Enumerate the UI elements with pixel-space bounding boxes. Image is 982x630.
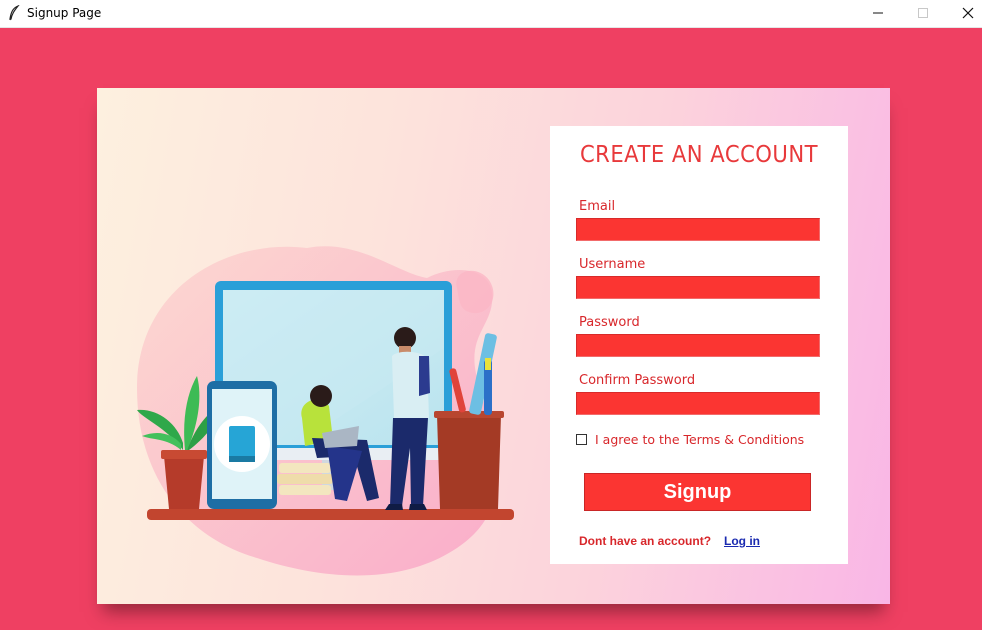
minimize-icon	[873, 12, 883, 14]
terms-checkbox[interactable]	[576, 434, 587, 445]
password-field[interactable]	[576, 334, 820, 357]
maximize-icon	[918, 8, 928, 18]
title-bar: Signup Page	[0, 0, 982, 28]
login-link[interactable]: Log in	[724, 534, 760, 548]
close-icon	[962, 7, 974, 19]
window-title: Signup Page	[27, 6, 102, 20]
username-label: Username	[579, 257, 646, 272]
signup-form: CREATE AN ACCOUNT Email Username Passwor…	[550, 126, 848, 564]
username-field[interactable]	[576, 276, 820, 299]
signup-card: CREATE AN ACCOUNT Email Username Passwor…	[97, 88, 890, 604]
minimize-button[interactable]	[855, 0, 901, 28]
terms-label[interactable]: I agree to the Terms & Conditions	[595, 432, 804, 447]
close-button[interactable]	[945, 0, 982, 28]
maximize-button[interactable]	[900, 0, 946, 28]
email-label: Email	[579, 199, 616, 214]
form-heading: CREATE AN ACCOUNT	[579, 142, 819, 168]
terms-row: I agree to the Terms & Conditions	[576, 432, 836, 449]
confirm-password-field[interactable]	[576, 392, 820, 415]
feather-icon	[9, 5, 20, 21]
signup-button[interactable]: Signup	[584, 473, 811, 511]
account-prompt: Dont have an account?	[579, 534, 712, 548]
confirm-password-label: Confirm Password	[579, 373, 696, 388]
email-field[interactable]	[576, 218, 820, 241]
password-label: Password	[579, 315, 640, 330]
